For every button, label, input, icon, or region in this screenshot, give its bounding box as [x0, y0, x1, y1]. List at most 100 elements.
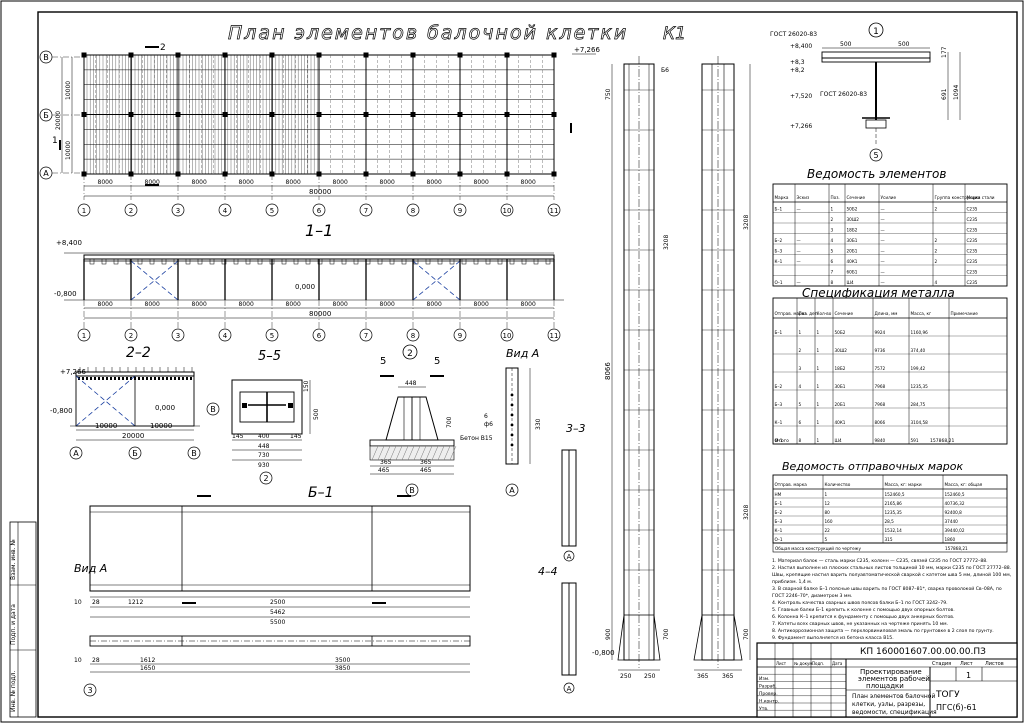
- table-cell: 30Б1: [847, 238, 858, 243]
- table-header: Сечение: [835, 311, 854, 316]
- dim-20000: 20000: [122, 432, 144, 440]
- axis-number: 1: [82, 332, 86, 340]
- table-cell: 1: [817, 438, 820, 443]
- table-cell: К–1: [775, 420, 783, 425]
- axis-number: 2: [129, 207, 133, 215]
- dim-465: 465: [378, 467, 390, 474]
- dim-1650: 1650: [140, 665, 155, 672]
- column-mark: [81, 52, 87, 58]
- elev-mark: +7,266: [60, 368, 86, 376]
- title-block: КП 160001607.00.00.00.ПЗ Проектирование …: [756, 642, 1018, 718]
- table-cell: 50Б2: [847, 207, 858, 212]
- dim-691: 691: [941, 88, 948, 100]
- axis-number: 6: [317, 207, 322, 215]
- dim-1212: 1212: [128, 599, 143, 606]
- doc-code: КП 160001607.00.00.00.ПЗ: [860, 647, 986, 657]
- span-dim: 8000: [521, 301, 536, 308]
- span-dim: 8000: [427, 179, 442, 186]
- elev-mark: +7,520: [790, 93, 812, 100]
- span-dim: 8000: [521, 179, 536, 186]
- dim-1612: 1612: [140, 657, 155, 664]
- table-cell: 1532,14: [885, 528, 903, 533]
- note-line: Швы, крепящие настил варить полуавтомати…: [772, 571, 1012, 578]
- table-cell: —: [797, 280, 801, 285]
- table-header: Марка стали: [967, 195, 995, 200]
- table-cell: 9736: [875, 348, 886, 353]
- axis-letter: В: [409, 486, 415, 495]
- beam-end: [82, 377, 84, 380]
- stamp-role: Н.контр.: [759, 699, 779, 705]
- table-cell: 39440,02: [945, 528, 965, 533]
- span-dim: 8000: [239, 179, 254, 186]
- column-mark: [410, 112, 416, 117]
- dim-10000: 10000: [65, 141, 72, 160]
- table-cell: 6: [831, 259, 834, 264]
- column-mark: [457, 171, 463, 177]
- section-title: 3–3: [566, 422, 586, 435]
- beam-end: [142, 377, 144, 380]
- table-cell: 8: [799, 438, 802, 443]
- table-cell: С235: [967, 228, 978, 233]
- beam-end: [138, 377, 140, 380]
- stamp-role: Утв.: [759, 706, 768, 712]
- dim-448: 448: [405, 380, 417, 387]
- beam-end: [146, 377, 148, 380]
- beam-end: [182, 377, 184, 380]
- dim-small: 10: [74, 657, 82, 664]
- table-cell: 7: [831, 270, 834, 275]
- bolt: [510, 423, 514, 427]
- dim-10000: 10000: [95, 422, 117, 430]
- table-cell: 1860: [945, 537, 956, 542]
- stamp-role: Изм.: [759, 676, 770, 682]
- section-mark-5: 5: [434, 356, 440, 367]
- table-cell: 7968: [875, 384, 886, 389]
- span-dim: 8000: [286, 301, 301, 308]
- table-cell: 30Б1: [835, 384, 846, 389]
- stamp-col-header: № докум.: [794, 661, 814, 666]
- spec-table: Отправ. маркаПоз. дет.Кол-во Сечение Длина…: [772, 297, 1008, 445]
- column-mark: [504, 112, 510, 117]
- dim-500: 500: [840, 41, 852, 48]
- bolt: [510, 393, 514, 397]
- beam-end: [166, 377, 168, 380]
- axis-letter: А: [567, 685, 572, 693]
- axis-letter: Б: [132, 449, 138, 458]
- col-dim: 700: [743, 628, 750, 640]
- column-mark: [504, 171, 510, 177]
- table-header: Масса, кг: марки: [885, 482, 922, 487]
- table-cell: Ш4: [847, 280, 854, 285]
- beam-end: [106, 377, 108, 380]
- column-mark: [269, 52, 275, 58]
- note-line: 1. Материал балок — сталь марки С235, ко…: [772, 557, 988, 564]
- axis-number: 8: [411, 207, 415, 215]
- table-cell: 20Б1: [847, 249, 858, 254]
- table-cell: Б–3: [775, 519, 783, 524]
- table-header: Количество: [825, 482, 851, 487]
- dim-small: 10: [74, 599, 82, 606]
- table-cell: 5: [825, 537, 828, 542]
- table-cell: 12: [825, 501, 831, 506]
- stamp-col-header: Дата: [832, 661, 843, 666]
- span-dim: 8000: [98, 179, 113, 186]
- column-mark: [81, 171, 87, 177]
- col-base-dim: 250: [644, 673, 656, 680]
- axis-marker: А: [69, 446, 83, 460]
- col-dim: Б6: [661, 67, 669, 74]
- table-header: Эскиз: [797, 195, 810, 200]
- table-cell: 18Б2: [847, 228, 858, 233]
- axis-marker: А: [563, 682, 575, 694]
- axis-marker: А: [505, 483, 519, 497]
- table-header: Длина, мм: [875, 311, 898, 316]
- dim-500: 500: [898, 41, 910, 48]
- table-cell: 1: [799, 330, 802, 335]
- axis-letter: А: [43, 169, 49, 178]
- note-line: 3. В сварной балке Б–1 поясные швы варит…: [772, 585, 1002, 592]
- table-cell: 7968: [875, 402, 886, 407]
- table-cell: С235: [967, 217, 978, 222]
- elev-mark: +7,266: [574, 46, 600, 54]
- span-dim: 8000: [98, 301, 113, 308]
- stamp-role: Провер.: [759, 691, 778, 697]
- axis-number: 7: [364, 207, 368, 215]
- axis-number: 3: [176, 207, 180, 215]
- col-dim: 900: [605, 628, 612, 640]
